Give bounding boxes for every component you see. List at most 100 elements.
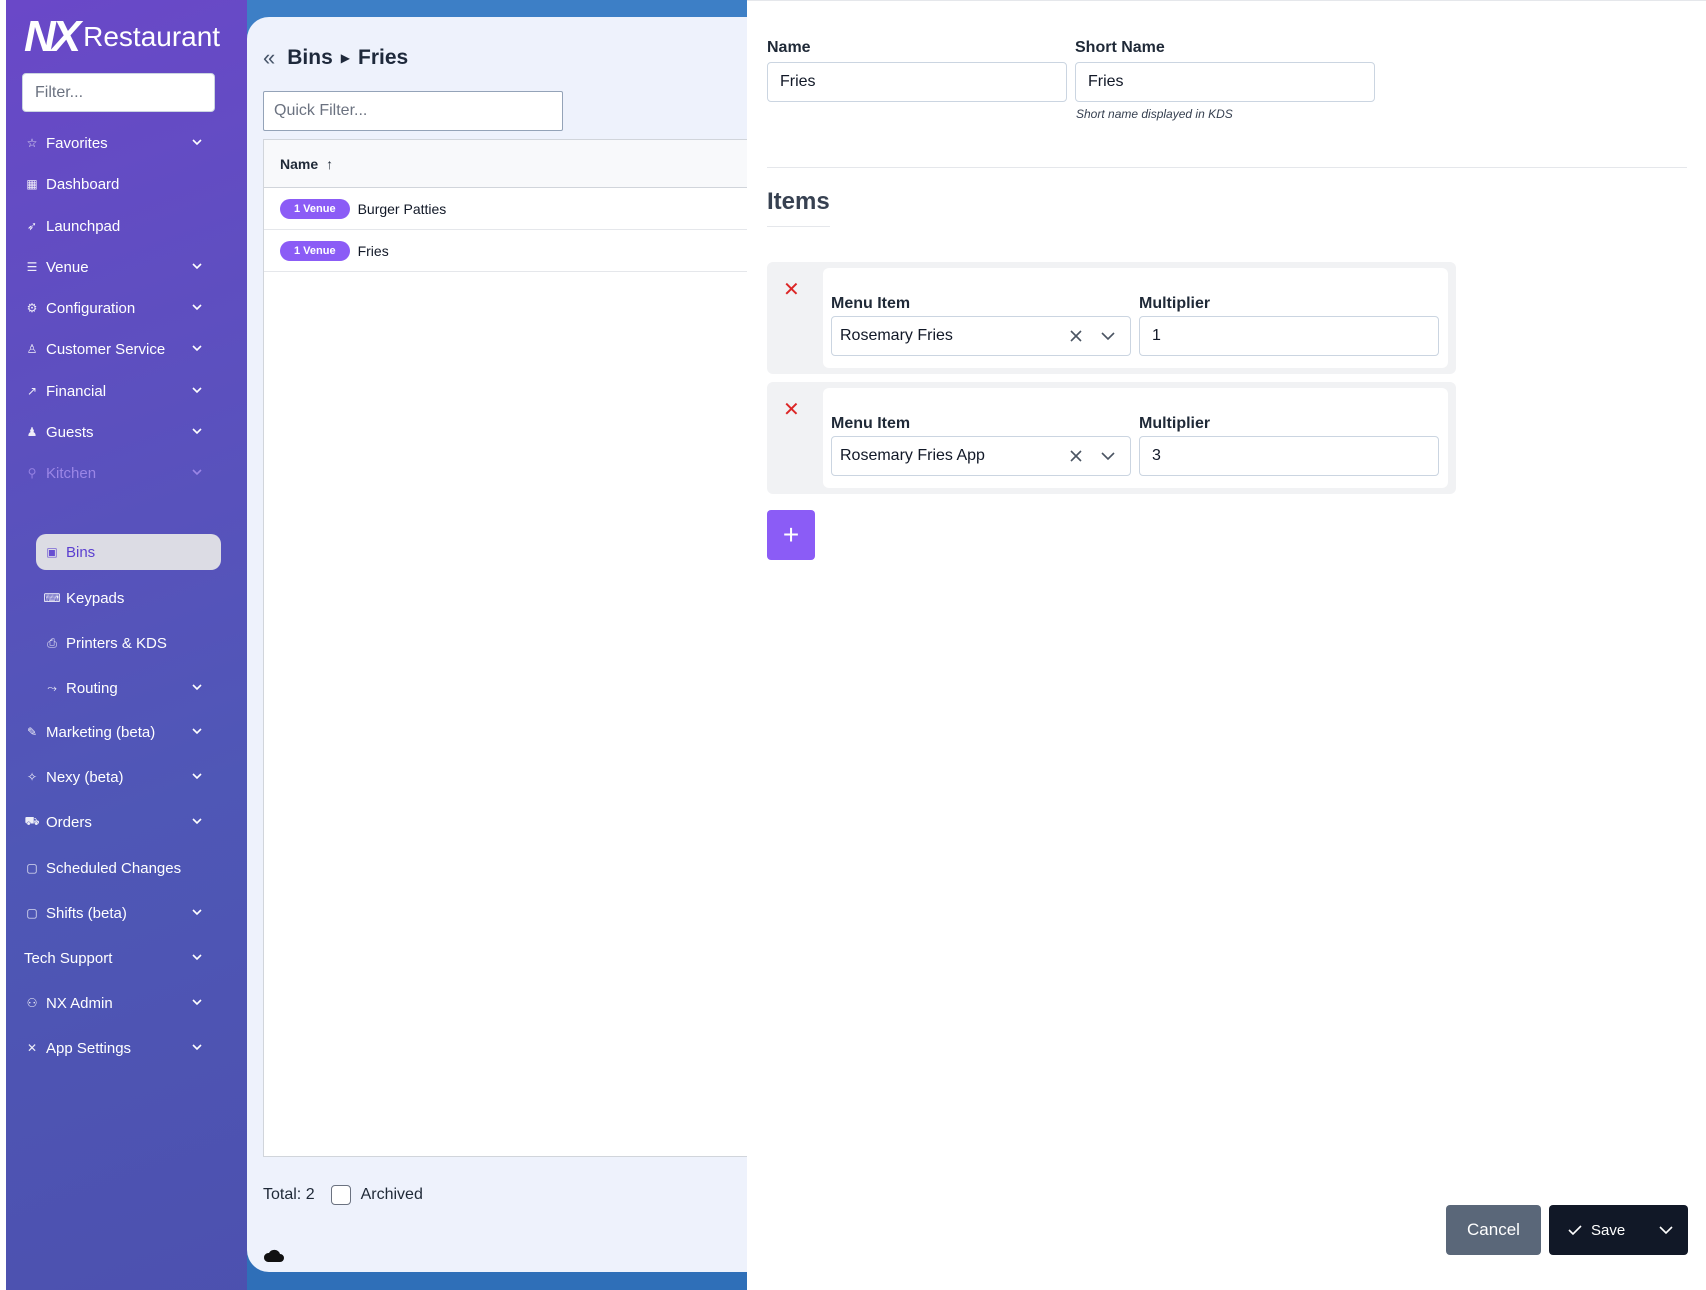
sidebar-item-favorites[interactable]: ☆ Favorites: [24, 128, 214, 158]
sparkle-icon: ✧: [26, 770, 38, 784]
person-icon: ♙: [26, 342, 38, 356]
sidebar-item-kitchen[interactable]: ⚲ Kitchen: [24, 458, 214, 488]
sidebar-item-app-settings[interactable]: ✕ App Settings: [24, 1033, 214, 1063]
calendar-icon: ▢: [26, 861, 38, 875]
section-divider: [767, 167, 1687, 168]
sidebar-item-label: Orders: [46, 813, 92, 831]
sidebar-item-label: NX Admin: [46, 994, 113, 1012]
app-logo[interactable]: NX Restaurant: [24, 12, 220, 61]
sidebar-item-label: Financial: [46, 382, 107, 400]
breadcrumb-parent[interactable]: Bins: [287, 46, 333, 70]
chevron-down-icon[interactable]: [1100, 448, 1116, 464]
chevron-down-icon[interactable]: [1658, 1222, 1674, 1238]
chevron-down-icon: [192, 345, 202, 352]
menu-item-select[interactable]: Rosemary Fries App: [831, 436, 1131, 476]
bins-grid: Name ↑ 1 Venue Burger Patties 1 Venue Fr…: [263, 139, 747, 1157]
cancel-button[interactable]: Cancel: [1446, 1205, 1541, 1255]
sidebar-item-nx-admin[interactable]: ⚇ NX Admin: [24, 988, 214, 1018]
quick-filter-input[interactable]: Quick Filter...: [263, 91, 563, 131]
chevron-down-icon: [192, 773, 202, 780]
chevron-down-icon: [192, 139, 202, 146]
star-icon: ☆: [26, 136, 38, 150]
rocket-icon: ➶: [26, 219, 38, 233]
sidebar-item-label: Shifts (beta): [46, 904, 127, 922]
sidebar-item-customer-service[interactable]: ♙ Customer Service: [24, 334, 214, 364]
caret-right-icon: ▶: [340, 51, 350, 65]
row-name: Burger Patties: [357, 200, 447, 217]
sidebar-item-launchpad[interactable]: ➶ Launchpad: [24, 211, 214, 241]
sidebar-item-routing[interactable]: ⤳ Routing: [36, 673, 214, 703]
sidebar-item-shifts[interactable]: ▢ Shifts (beta): [24, 898, 214, 928]
sidebar-item-bins[interactable]: ▣ Bins: [36, 534, 221, 570]
chevron-down-icon: [192, 428, 202, 435]
multiplier-input[interactable]: 1: [1139, 316, 1439, 356]
column-header-name[interactable]: Name ↑: [264, 140, 747, 188]
sidebar-item-guests[interactable]: ♟ Guests: [24, 417, 214, 447]
menu-item-label: Menu Item: [831, 295, 911, 312]
cart-icon: ⛟: [24, 814, 40, 828]
guests-icon: ♟: [26, 425, 38, 439]
sidebar-item-label: Launchpad: [46, 217, 121, 235]
short-name-label: Short Name: [1075, 39, 1165, 56]
multiplier-input[interactable]: 3: [1139, 436, 1439, 476]
collapse-icon[interactable]: «: [263, 45, 275, 71]
breadcrumb-current: Fries: [358, 46, 409, 69]
menu-item-value: Rosemary Fries: [840, 327, 953, 344]
bin-item-fields: Menu Item Rosemary Fries App Multiplier …: [823, 388, 1448, 488]
printer-icon: ⎙: [47, 635, 57, 650]
sidebar-item-scheduled-changes[interactable]: ▢ Scheduled Changes: [24, 853, 214, 883]
bin-editor-panel: Name Fries Short Name Fries Short name d…: [747, 0, 1706, 1290]
short-name-input[interactable]: Fries: [1075, 62, 1375, 102]
chart-icon: ↗: [26, 384, 38, 398]
clear-icon[interactable]: [1068, 448, 1084, 464]
breadcrumb: « Bins ▶ Fries: [263, 45, 408, 71]
chevron-down-icon: [192, 304, 202, 311]
remove-item-icon[interactable]: ✕: [783, 400, 800, 420]
sidebar-item-label: Venue: [46, 258, 89, 276]
sidebar-item-orders[interactable]: ⛟ Orders: [24, 807, 214, 837]
chevron-down-icon[interactable]: [1100, 328, 1116, 344]
clear-icon[interactable]: [1068, 328, 1084, 344]
short-name-hint: Short name displayed in KDS: [1076, 107, 1233, 121]
sort-ascending-icon: ↑: [326, 155, 334, 172]
name-input[interactable]: Fries: [767, 62, 1067, 102]
venue-badge: 1 Venue: [280, 198, 350, 219]
table-row[interactable]: 1 Venue Fries: [264, 230, 747, 272]
menu-item-select[interactable]: Rosemary Fries: [831, 316, 1131, 356]
venue-badge: 1 Venue: [280, 240, 350, 261]
sidebar-item-financial[interactable]: ↗ Financial: [24, 376, 214, 406]
remove-item-icon[interactable]: ✕: [783, 280, 800, 300]
save-button[interactable]: Save: [1549, 1205, 1688, 1255]
bin-item-card: ✕ Menu Item Rosemary Fries App Multiplie…: [767, 382, 1456, 494]
add-item-button[interactable]: +: [767, 510, 815, 560]
grid-footer: Total: 2 Archived: [263, 1185, 423, 1205]
sidebar: NX Restaurant Filter... ☆ Favorites ▦ Da…: [6, 0, 247, 1290]
multiplier-label: Multiplier: [1139, 415, 1211, 432]
sidebar-item-configuration[interactable]: ⚙ Configuration: [24, 293, 214, 323]
sidebar-item-venue[interactable]: ☰ Venue: [24, 252, 214, 282]
sidebar-item-label: Marketing (beta): [46, 723, 156, 741]
cloud-icon: [263, 1249, 284, 1262]
sidebar-item-label: Customer Service: [46, 340, 166, 358]
sidebar-item-dashboard[interactable]: ▦ Dashboard: [24, 169, 214, 199]
megaphone-icon: ✎: [26, 725, 38, 739]
chevron-down-icon: [192, 909, 202, 916]
sidebar-item-label: Configuration: [46, 299, 136, 317]
bin-item-card: ✕ Menu Item Rosemary Fries Multiplier 1: [767, 262, 1456, 374]
sidebar-item-tech-support[interactable]: Tech Support: [24, 943, 214, 973]
dashboard-icon: ▦: [26, 177, 38, 191]
table-row[interactable]: 1 Venue Burger Patties: [264, 188, 747, 230]
chevron-down-icon: [192, 999, 202, 1006]
sidebar-item-nexy[interactable]: ✧ Nexy (beta): [24, 762, 214, 792]
archived-label[interactable]: Archived: [361, 1186, 423, 1204]
chevron-down-icon: [192, 684, 202, 691]
chevron-down-icon: [192, 818, 202, 825]
column-header-label: Name: [280, 155, 319, 172]
archived-checkbox[interactable]: [330, 1185, 351, 1205]
sidebar-item-keypads[interactable]: ⌨ Keypads: [36, 583, 214, 613]
gear-icon: ⚙: [26, 301, 38, 315]
menu-item-value: Rosemary Fries App: [840, 447, 985, 464]
sidebar-item-printers-kds[interactable]: ⎙ Printers & KDS: [36, 628, 214, 658]
sidebar-filter-input[interactable]: Filter...: [22, 73, 215, 112]
sidebar-item-marketing[interactable]: ✎ Marketing (beta): [24, 717, 214, 747]
